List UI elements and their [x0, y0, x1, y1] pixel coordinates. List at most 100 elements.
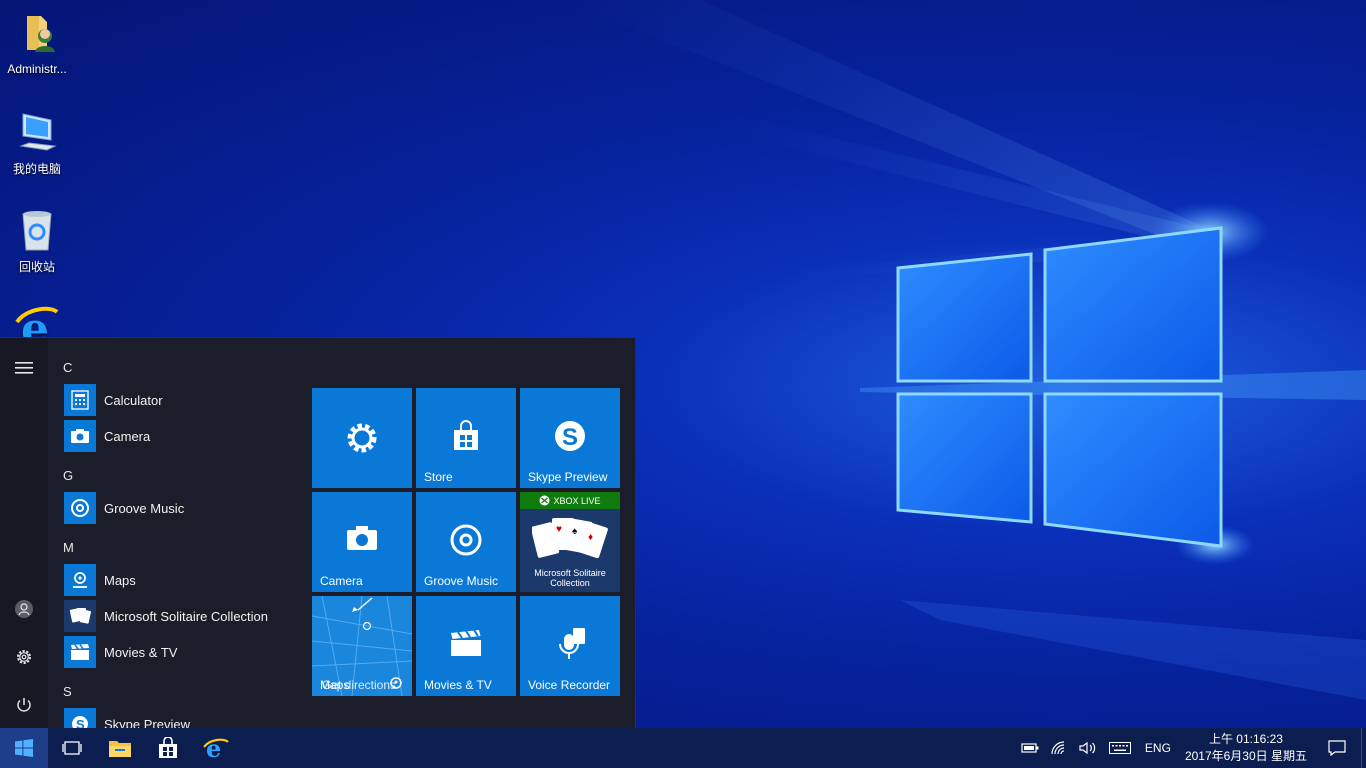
tile-overlay-text: Get directions	[322, 678, 397, 692]
gear-icon	[17, 650, 31, 664]
app-solitaire[interactable]: Microsoft Solitaire Collection	[64, 600, 268, 632]
group-letter-g[interactable]: G	[63, 468, 73, 483]
tile-label: Store	[424, 470, 453, 484]
taskbar-file-explorer[interactable]	[96, 728, 144, 768]
clock-button[interactable]: 上午 01:16:23 2017年6月30日 星期五	[1179, 728, 1313, 768]
volume-tray-button[interactable]	[1073, 728, 1103, 768]
store-bag-icon	[416, 420, 516, 452]
task-view-button[interactable]	[48, 728, 96, 768]
action-center-button[interactable]	[1313, 728, 1361, 768]
app-skype-preview[interactable]: S Skype Preview	[64, 708, 190, 728]
app-label: Camera	[104, 428, 151, 444]
app-movies-tv[interactable]: Movies & TV	[64, 636, 177, 668]
tile-voice-recorder[interactable]: Voice Recorder	[520, 596, 620, 696]
calculator-icon	[64, 384, 96, 416]
svg-text:♦: ♦	[588, 532, 593, 543]
svg-text:S: S	[562, 424, 578, 451]
app-label: Groove Music	[104, 500, 185, 516]
notification-icon	[1328, 740, 1346, 756]
network-tray-button[interactable]	[1045, 728, 1073, 768]
tile-skype-preview[interactable]: S Skype Preview	[520, 388, 620, 488]
camera-icon	[312, 524, 412, 552]
tile-label: Groove Music	[424, 574, 499, 588]
tile-label: Voice Recorder	[528, 678, 611, 692]
group-letter-c[interactable]: C	[63, 360, 72, 375]
tile-settings[interactable]	[312, 388, 412, 488]
app-camera[interactable]: Camera	[64, 420, 150, 452]
tile-store[interactable]: Store	[416, 388, 516, 488]
groove-music-icon	[416, 522, 516, 558]
hamburger-icon	[15, 362, 33, 374]
power-button[interactable]	[0, 685, 48, 725]
wifi-icon	[1051, 741, 1065, 755]
skype-icon: S	[64, 708, 96, 728]
recycle-bin-icon	[13, 206, 61, 254]
film-clapper-icon	[64, 636, 96, 668]
settings-button[interactable]	[0, 637, 48, 677]
cards-icon	[64, 600, 96, 632]
app-calculator[interactable]: Calculator	[64, 384, 163, 416]
maps-icon	[64, 564, 96, 596]
desktop-icon-label: 回收站	[18, 260, 55, 274]
tile-camera[interactable]: Camera	[312, 492, 412, 592]
camera-icon	[64, 420, 96, 452]
folder-icon	[109, 741, 131, 757]
taskbar-store[interactable]	[144, 728, 192, 768]
tile-maps[interactable]: Maps Get directions	[312, 596, 412, 696]
app-label: Movies & TV	[104, 644, 178, 660]
taskbar-internet-explorer[interactable]: e	[192, 728, 240, 768]
battery-tray-button[interactable]	[1015, 728, 1045, 768]
show-desktop-button[interactable]	[1361, 728, 1366, 768]
tile-movies-tv[interactable]: Movies & TV	[416, 596, 516, 696]
desktop-icon-label: Administr...	[7, 62, 67, 76]
tile-label: Camera	[320, 574, 363, 588]
task-view-icon	[62, 741, 82, 755]
hamburger-menu-button[interactable]	[0, 348, 48, 388]
touch-keyboard-button[interactable]	[1103, 728, 1137, 768]
tile-solitaire[interactable]: XBOX LIVE ♥ ♠ ♦ Microsoft Solitaire Collec…	[520, 492, 620, 592]
skype-icon: S	[520, 418, 620, 454]
power-icon	[17, 698, 31, 712]
desktop-icon-recycle-bin[interactable]: 回收站	[2, 206, 72, 275]
group-letter-m[interactable]: M	[63, 540, 74, 555]
groove-music-icon	[64, 492, 96, 524]
battery-icon	[1021, 743, 1039, 753]
playing-cards-icon: ♥ ♠ ♦	[530, 514, 608, 567]
xbox-live-badge: XBOX LIVE	[520, 492, 620, 509]
svg-text:S: S	[76, 717, 85, 728]
svg-text:♥: ♥	[556, 524, 562, 535]
app-maps[interactable]: Maps	[64, 564, 136, 596]
app-label: Skype Preview	[104, 716, 190, 729]
speaker-icon	[1079, 741, 1096, 755]
start-button[interactable]	[0, 728, 48, 768]
app-label: Microsoft Solitaire Collection	[104, 608, 269, 624]
start-menu: C Calculator Camera G Groove Music M Map…	[0, 337, 636, 728]
gear-icon	[312, 420, 412, 456]
group-letter-s[interactable]: S	[63, 684, 72, 699]
app-list: C Calculator Camera G Groove Music M Map…	[48, 338, 298, 728]
keyboard-icon	[1108, 742, 1131, 754]
internet-explorer-icon: e	[203, 735, 229, 761]
app-label: Calculator	[104, 392, 163, 408]
computer-icon	[13, 108, 61, 156]
system-tray: ENG 上午 01:16:23 2017年6月30日 星期五	[1015, 728, 1366, 768]
tile-label: Microsoft Solitaire Collection	[534, 568, 606, 588]
user-account-button[interactable]	[0, 589, 48, 629]
windows-logo-icon	[15, 739, 33, 757]
start-rail	[0, 338, 48, 728]
user-folder-icon	[13, 10, 61, 58]
input-language-button[interactable]: ENG	[1137, 728, 1179, 768]
svg-text:♠: ♠	[572, 526, 578, 537]
tile-label: Skype Preview	[528, 470, 608, 484]
tile-groove-music[interactable]: Groove Music	[416, 492, 516, 592]
user-avatar-icon	[15, 600, 33, 618]
tile-label: Movies & TV	[424, 678, 492, 692]
desktop-icon-administrator[interactable]: Administr...	[2, 10, 72, 76]
store-bag-icon	[159, 737, 177, 758]
desktop-icon-my-computer[interactable]: 我的电脑	[2, 108, 72, 177]
app-groove-music[interactable]: Groove Music	[64, 492, 184, 524]
taskbar: e ENG 上午 01:16:23 2017年6月30日 星期五	[0, 728, 1366, 768]
microphone-icon	[520, 626, 620, 662]
clock-date: 2017年6月30日 星期五	[1184, 749, 1307, 763]
app-label: Maps	[104, 572, 136, 588]
